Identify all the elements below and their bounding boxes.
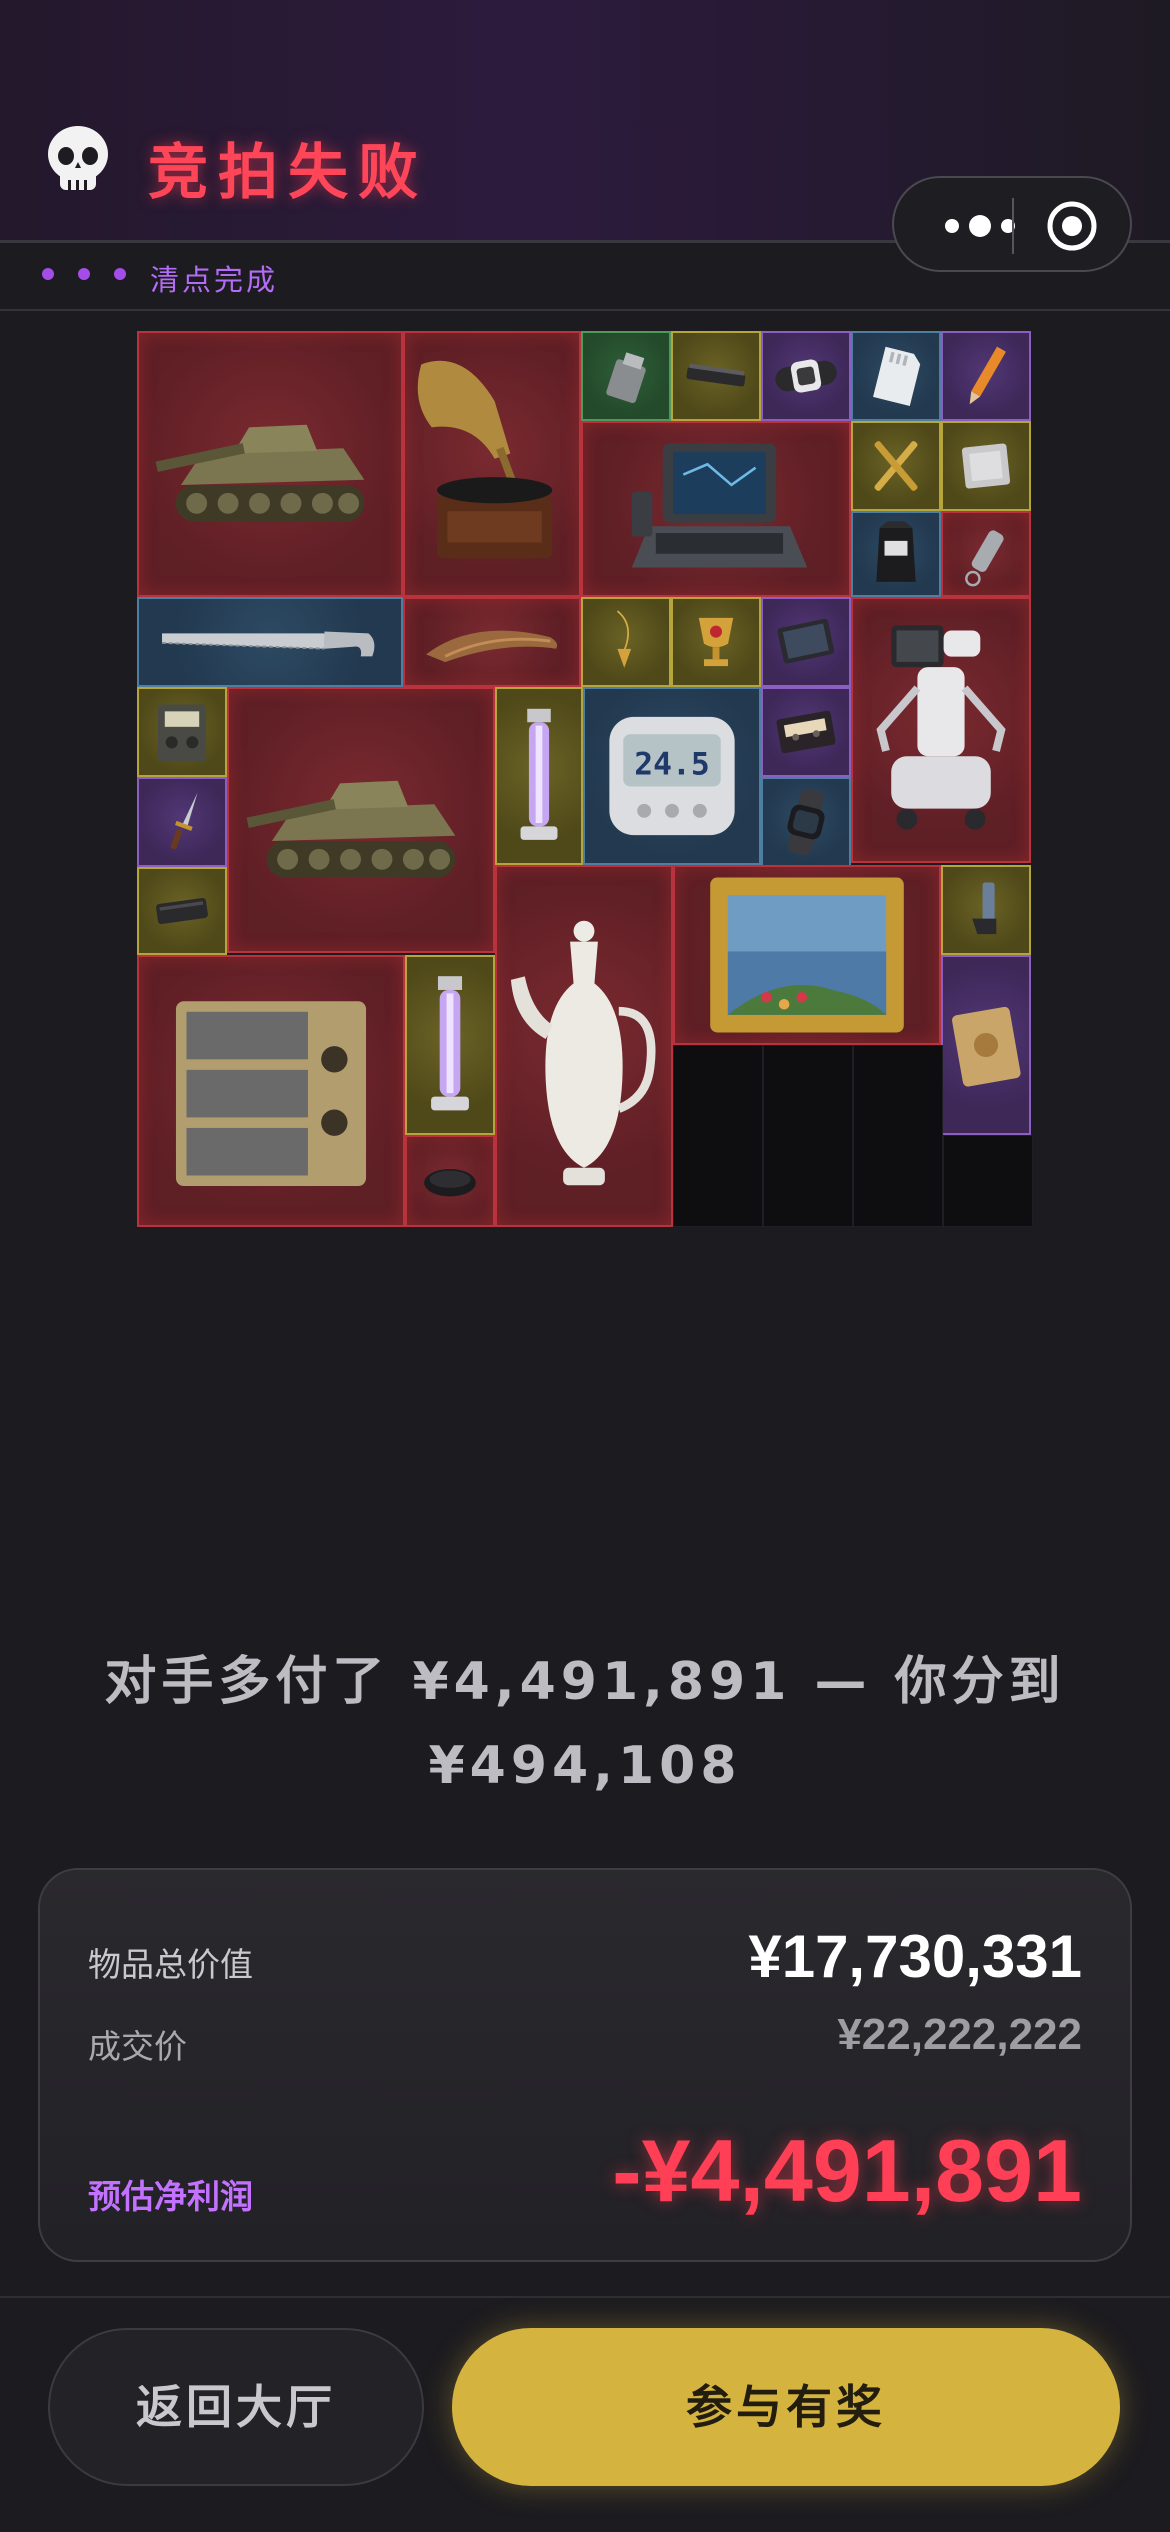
item-tank[interactable] [137,331,403,597]
item-pendulum[interactable] [581,597,671,687]
empty-slot [943,1135,1033,1227]
item-cassette-tape[interactable] [761,687,851,777]
item-digital-thermometer[interactable]: 24.5 [583,687,761,865]
join-reward-button[interactable]: 参与有奖 [452,2328,1120,2486]
radio-meter-icon [157,704,207,762]
net-profit: -¥4,491,891 [612,2121,1082,2220]
item-grid: 24.5 [137,331,1033,1227]
tank-icon [246,780,456,878]
deal-price: ¥22,222,222 [837,2010,1082,2059]
status-bar: 清点完成 [0,243,1170,311]
item-porcelain-ewer[interactable] [495,865,673,1227]
dagger-icon [170,792,198,850]
sd-card-icon [873,346,921,407]
result-message-line2: ¥494,108 [428,1736,742,1796]
item-service-robot[interactable] [851,597,1031,863]
uv-lamp-icon [431,976,469,1111]
cassette-icon [776,710,836,754]
item-watch[interactable] [761,777,851,867]
tablet-icon [777,618,835,664]
pencil-icon [969,346,1006,405]
gramophone-icon [417,360,553,559]
item-server-rack[interactable] [137,955,405,1227]
horn-icon [426,630,558,663]
item-phone-case[interactable] [137,867,227,955]
item-harmonica[interactable] [671,331,761,421]
item-uv-lamp-tube[interactable] [405,955,495,1135]
item-pencil[interactable] [941,331,1031,421]
phone-case-icon [156,897,208,925]
laptop-icon [631,443,808,568]
item-uv-lamp-tube[interactable] [495,687,583,865]
net-profit-label: 预估净利润 [88,2177,253,2216]
saw-icon [161,631,375,657]
result-message: 对手多付了 ¥4,491,891 — 你分到 ¥494,108 [60,1640,1110,1808]
lighter-icon [606,352,646,404]
footer-divider [0,2296,1170,2298]
progress-dots-icon [42,268,126,280]
summary-card: 物品总价值 ¥17,730,331 成交价 ¥22,222,222 预估净利润 … [38,1868,1132,2262]
uv-lamp-icon [520,708,558,840]
empty-slot [853,1045,943,1227]
item-cpu-chip[interactable] [941,421,1031,511]
item-flashlight-keychain[interactable] [941,511,1031,597]
item-inhaler[interactable] [941,865,1031,955]
item-gramophone[interactable] [403,331,581,597]
server-rack-icon [175,1001,367,1187]
watch-icon [787,788,825,856]
cpu-icon [961,443,1011,489]
thermometer-icon: 24.5 [609,716,735,836]
total-value-label: 物品总价值 [88,1945,253,1984]
more-dots-icon[interactable] [934,208,1034,244]
result-message-line1: 对手多付了 ¥4,491,891 — 你分到 [104,1652,1066,1712]
trophy-icon [698,617,734,667]
item-package-bag[interactable] [941,955,1031,1135]
item-rugged-laptop[interactable] [581,421,851,597]
item-horn[interactable] [403,597,581,687]
painting-icon [710,877,904,1033]
item-smartwatch[interactable] [761,331,851,421]
deal-price-label: 成交价 [88,2027,187,2066]
coffee-bag-icon [876,521,916,582]
status-text: 清点完成 [150,263,279,297]
item-sd-card[interactable] [851,331,941,421]
pendulum-icon [616,610,632,668]
back-to-lobby-button[interactable]: 返回大厅 [48,2328,424,2486]
empty-slot [763,1045,853,1227]
item-trophy-cup[interactable] [671,597,761,687]
item-dagger[interactable] [137,777,227,867]
empty-slot [673,1045,763,1227]
tank-icon [155,424,365,522]
item-lighter[interactable] [581,331,671,421]
inhaler-icon [972,882,997,935]
smartwatch-icon [775,359,837,393]
item-wristband[interactable] [405,1135,495,1227]
item-saw[interactable] [137,597,403,687]
item-tank[interactable] [227,687,495,953]
item-crossed-pens[interactable] [851,421,941,511]
total-value: ¥17,730,331 [748,1923,1082,1990]
item-tablet[interactable] [761,597,851,687]
skull-icon [48,126,108,190]
wristband-icon [424,1168,476,1197]
pens-icon [874,441,918,491]
flashlight-icon [965,530,1004,587]
page-title: 竞拍失败 [148,138,428,208]
harmonica-icon [686,363,746,387]
item-coffee-bag[interactable] [851,511,941,597]
thermometer-reading: 24.5 [634,746,709,782]
item-oil-painting[interactable] [673,865,941,1045]
robot-icon [876,625,1006,830]
item-radio-meter[interactable] [137,687,227,777]
ewer-icon [510,920,656,1186]
package-icon [952,1006,1021,1087]
